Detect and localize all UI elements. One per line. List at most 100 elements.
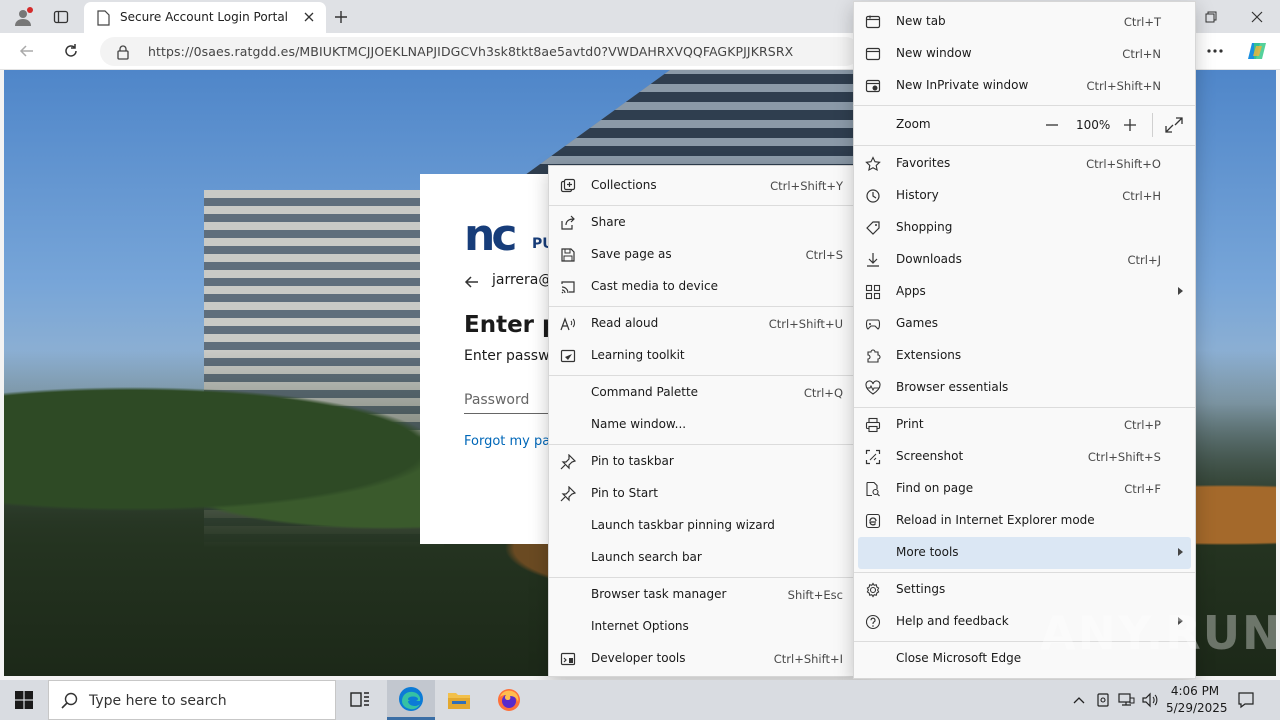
menu-item-print[interactable]: Print Ctrl+P <box>854 409 1195 441</box>
start-button[interactable] <box>0 680 48 720</box>
zoom-out-button[interactable] <box>1042 116 1062 134</box>
tab-actions-button[interactable] <box>46 4 76 30</box>
menu-item-label: Screenshot <box>896 449 964 463</box>
forgot-password-link[interactable]: Forgot my pas <box>464 434 557 449</box>
menu-item-shortcut: Ctrl+Shift+U <box>768 317 843 331</box>
menu-item-label: New tab <box>896 14 946 28</box>
restore-icon <box>1205 11 1217 22</box>
menu-item-browser-essentials[interactable]: Browser essentials <box>854 372 1195 404</box>
menu-item-developer-tools[interactable]: Developer tools Ctrl+Shift+I <box>549 643 857 675</box>
tab-close-button[interactable] <box>300 8 318 26</box>
menu-item-label: Learning toolkit <box>591 348 685 362</box>
menu-item-save-page-as[interactable]: Save page as Ctrl+S <box>549 239 857 271</box>
star-icon <box>864 155 882 173</box>
menu-item-pin-taskbar[interactable]: Pin to taskbar <box>549 446 857 478</box>
menu-item-pin-start[interactable]: Pin to Start <box>549 478 857 510</box>
task-view-button[interactable] <box>336 680 384 720</box>
taskbar-search[interactable]: Type here to search <box>48 680 336 720</box>
menu-item-command-palette[interactable]: Command Palette Ctrl+Q <box>549 377 857 409</box>
url-text[interactable]: https://0saes.ratgdd.es/MBIUKTMCJJOEKLNA… <box>148 44 793 59</box>
menu-divider <box>854 572 1195 573</box>
zoom-in-button[interactable] <box>1120 116 1140 134</box>
clock-time: 4:06 PM <box>1170 684 1220 698</box>
heart-pulse-icon <box>864 379 882 397</box>
menu-item-extensions[interactable]: Extensions <box>854 340 1195 372</box>
settings-more-button[interactable] <box>1200 37 1230 65</box>
notification-button[interactable] <box>1236 690 1256 710</box>
menu-item-new-window[interactable]: New window Ctrl+N <box>854 38 1195 70</box>
submenu-arrow-icon <box>1178 287 1183 295</box>
tray-device-button[interactable] <box>1093 690 1113 710</box>
menu-item-apps[interactable]: Apps <box>854 276 1195 308</box>
gear-icon <box>864 581 882 599</box>
menu-item-shopping[interactable]: Shopping <box>854 212 1195 244</box>
refresh-button[interactable] <box>56 37 86 65</box>
new-tab-button[interactable] <box>326 4 356 30</box>
menu-item-launch-pinning-wizard[interactable]: Launch taskbar pinning wizard <box>549 510 857 542</box>
tray-volume-button[interactable] <box>1140 690 1160 710</box>
menu-item-cast-media[interactable]: Cast media to device <box>549 271 857 303</box>
arrow-left-icon <box>19 45 33 57</box>
menu-item-launch-search-bar[interactable]: Launch search bar <box>549 542 857 574</box>
address-bar[interactable]: https://0saes.ratgdd.es/MBIUKTMCJJOEKLNA… <box>100 37 860 66</box>
taskbar-file-explorer[interactable] <box>435 680 483 720</box>
lock-icon[interactable] <box>116 44 130 60</box>
menu-item-find-on-page[interactable]: Find on page Ctrl+F <box>854 473 1195 505</box>
page-subtitle: Enter passwo <box>464 348 559 364</box>
task-view-icon <box>350 692 369 707</box>
pin-icon <box>559 453 577 471</box>
menu-item-label: Help and feedback <box>896 614 1009 628</box>
menu-item-new-inprivate-window[interactable]: New InPrivate window Ctrl+Shift+N <box>854 70 1195 102</box>
taskbar: Type here to search 4:06 PM 5/29/2025 <box>0 680 1280 720</box>
menu-item-history[interactable]: History Ctrl+H <box>854 180 1195 212</box>
menu-divider <box>549 205 857 206</box>
back-button[interactable] <box>12 37 42 65</box>
menu-item-shortcut: Ctrl+S <box>805 248 843 262</box>
menu-item-games[interactable]: Games <box>854 308 1195 340</box>
fullscreen-button[interactable] <box>1164 116 1184 134</box>
menu-divider <box>549 306 857 307</box>
taskbar-edge[interactable] <box>387 680 435 720</box>
menu-item-settings[interactable]: Settings <box>854 574 1195 606</box>
menu-item-label: Browser task manager <box>591 587 727 601</box>
taskbar-clock[interactable]: 4:06 PM 5/29/2025 <box>1166 683 1228 717</box>
speaker-icon <box>1142 692 1158 708</box>
tray-overflow-button[interactable] <box>1069 690 1089 710</box>
menu-item-label: Games <box>896 316 938 330</box>
chevron-up-icon <box>1073 697 1085 704</box>
menu-item-read-aloud[interactable]: Read aloud Ctrl+Shift+U <box>549 308 857 340</box>
menu-item-label: Command Palette <box>591 385 699 399</box>
tray-network-button[interactable] <box>1116 690 1136 710</box>
menu-item-learning-toolkit[interactable]: Learning toolkit <box>549 340 857 372</box>
menu-item-name-window[interactable]: Name window... <box>549 409 857 441</box>
menu-item-shortcut: Ctrl+Shift+S <box>1087 450 1161 464</box>
menu-item-collections[interactable]: Collections Ctrl+Shift+Y <box>549 170 857 202</box>
menu-item-shortcut: Ctrl+J <box>1127 253 1162 267</box>
taskbar-firefox[interactable] <box>485 680 533 720</box>
menu-item-shortcut: Ctrl+F <box>1124 482 1161 496</box>
device-icon <box>1097 693 1109 707</box>
menu-item-task-manager[interactable]: Browser task manager Shift+Esc <box>549 579 857 611</box>
menu-item-ie-mode[interactable]: Reload in Internet Explorer mode <box>854 505 1195 537</box>
page-icon <box>97 10 110 26</box>
menu-item-new-tab[interactable]: New tab Ctrl+T <box>854 6 1195 38</box>
menu-item-shortcut: Ctrl+Shift+Y <box>770 179 843 193</box>
menu-item-label: Save page as <box>591 247 672 261</box>
menu-item-screenshot[interactable]: Screenshot Ctrl+Shift+S <box>854 441 1195 473</box>
arrow-left-icon[interactable] <box>464 274 480 290</box>
menu-item-share[interactable]: Share <box>549 207 857 239</box>
more-tools-menu: Collections Ctrl+Shift+Y Share Save page… <box>548 165 858 677</box>
window-close-button[interactable] <box>1234 0 1280 33</box>
menu-item-favorites[interactable]: Favorites Ctrl+Shift+O <box>854 148 1195 180</box>
profile-icon <box>15 7 33 26</box>
menu-item-internet-options[interactable]: Internet Options <box>549 611 857 643</box>
copilot-button[interactable] <box>1242 37 1272 65</box>
password-field[interactable]: Password <box>464 388 560 414</box>
profile-button[interactable] <box>8 4 38 30</box>
menu-item-label: Browser essentials <box>896 380 1009 394</box>
tab-active[interactable]: Secure Account Login Portal <box>84 2 326 33</box>
menu-item-shortcut: Ctrl+T <box>1123 15 1161 29</box>
menu-item-downloads[interactable]: Downloads Ctrl+J <box>854 244 1195 276</box>
menu-item-more-tools[interactable]: More tools <box>858 537 1191 569</box>
menu-item-label: Read aloud <box>591 316 659 330</box>
